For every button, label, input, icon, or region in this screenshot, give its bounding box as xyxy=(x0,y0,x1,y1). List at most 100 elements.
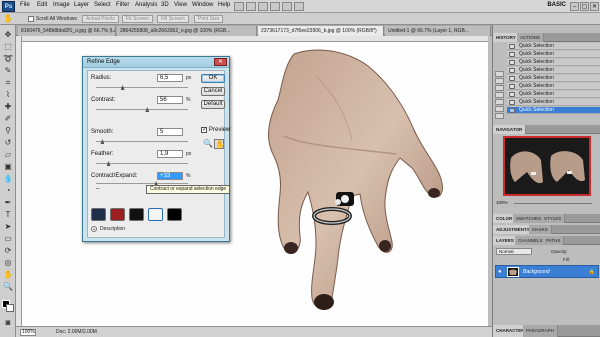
zoom-level-icon[interactable] xyxy=(270,2,280,11)
feather-slider[interactable] xyxy=(96,161,188,166)
mask-mode-icon[interactable] xyxy=(167,208,182,221)
print-size-button[interactable]: Print Size xyxy=(194,15,224,23)
history-item[interactable]: Quick Selection xyxy=(507,51,600,58)
tab-document-4[interactable]: Untitled-1 @ 66.7% (Layer 1, RGB... xyxy=(385,26,491,36)
tab-navigator[interactable]: NAVIGATOR xyxy=(493,125,527,134)
tab-masks[interactable]: MASKS xyxy=(529,225,552,234)
type-tool-icon[interactable]: T xyxy=(2,209,14,220)
layer-row-background[interactable]: ● Background 🔒 xyxy=(495,265,599,278)
navigator-thumbnail[interactable] xyxy=(503,136,591,196)
quick-selection-tool-icon[interactable]: ✎ xyxy=(2,65,14,76)
lasso-tool-icon[interactable]: ➰ xyxy=(2,53,14,64)
smooth-field[interactable]: 5 xyxy=(157,128,183,136)
arrange-documents-icon[interactable] xyxy=(294,2,304,11)
3d-camera-tool-icon[interactable]: ◎ xyxy=(2,257,14,268)
navigator-zoom-value[interactable]: 100% xyxy=(496,200,508,205)
radius-field[interactable]: 6,5 xyxy=(157,74,183,82)
navigator-zoom-slider[interactable] xyxy=(514,203,592,204)
cancel-button[interactable]: Cancel xyxy=(201,87,225,96)
menu-filter[interactable]: Filter xyxy=(116,2,129,8)
menu-select[interactable]: Select xyxy=(94,2,111,8)
tab-styles[interactable]: STYLES xyxy=(541,214,566,223)
tab-history[interactable]: HISTORY xyxy=(493,33,520,42)
menu-analysis[interactable]: Analysis xyxy=(135,2,157,8)
menu-help[interactable]: Help xyxy=(218,2,230,8)
history-item[interactable]: Quick Selection xyxy=(507,67,600,74)
eyedropper-tool-icon[interactable]: ⌇ xyxy=(2,89,14,100)
tab-document-1[interactable]: 8160476_548b8bbd2f1_o.jpg @ 66.7% (Layer… xyxy=(18,26,116,36)
tab-paragraph[interactable]: PARAGRAPH xyxy=(523,325,558,337)
smooth-slider[interactable] xyxy=(96,139,188,144)
hand-tool-preset-icon[interactable]: ✋ xyxy=(2,13,14,24)
contrast-slider[interactable] xyxy=(96,107,188,112)
history-item-selected[interactable]: Quick Selection xyxy=(507,107,600,114)
blend-mode-select[interactable]: Normal xyxy=(496,248,532,255)
menu-image[interactable]: Image xyxy=(53,2,70,8)
menu-edit[interactable]: Edit xyxy=(37,2,47,8)
description-toggle-icon[interactable]: ⌄ xyxy=(91,226,97,232)
history-item[interactable]: Quick Selection xyxy=(507,83,600,90)
mini-bridge-icon[interactable] xyxy=(246,2,256,11)
brush-tool-icon[interactable]: ✐ xyxy=(2,113,14,124)
feather-field[interactable]: 1,9 xyxy=(157,150,183,158)
zoom-level-field[interactable]: 100% xyxy=(20,329,36,336)
fill-screen-button[interactable]: Fill Screen xyxy=(157,15,189,23)
on-black-mode-icon[interactable] xyxy=(129,208,144,221)
dialog-titlebar[interactable]: Refine Edge ✕ xyxy=(83,57,229,68)
contract-expand-slider[interactable] xyxy=(96,181,188,186)
history-item[interactable]: Quick Selection xyxy=(507,75,600,82)
visibility-eye-icon[interactable]: ● xyxy=(498,269,502,275)
hand-tool-icon[interactable]: ✋ xyxy=(214,139,225,149)
3d-rotate-tool-icon[interactable]: ⟳ xyxy=(2,245,14,256)
crop-tool-icon[interactable]: ⌗ xyxy=(2,77,14,88)
history-item[interactable]: Quick Selection xyxy=(507,91,600,98)
tab-actions[interactable]: ACTIONS xyxy=(517,33,545,42)
smooth-slider-thumb[interactable] xyxy=(100,139,105,144)
path-selection-tool-icon[interactable]: ➤ xyxy=(2,221,14,232)
history-item[interactable]: Quick Selection xyxy=(507,59,600,66)
healing-brush-tool-icon[interactable]: ✚ xyxy=(2,101,14,112)
hand-tool-icon[interactable]: ✋ xyxy=(2,269,14,280)
default-button[interactable]: Default xyxy=(201,100,225,109)
menu-layer[interactable]: Layer xyxy=(74,2,89,8)
gradient-tool-icon[interactable]: ▣ xyxy=(2,161,14,172)
menu-window[interactable]: Window xyxy=(192,2,213,8)
hand-tool-icon[interactable] xyxy=(282,2,292,11)
dodge-tool-icon[interactable]: ◔ xyxy=(2,185,14,196)
preview-checkbox[interactable]: ✓ xyxy=(201,127,207,133)
ok-button[interactable]: OK xyxy=(201,74,225,83)
feather-slider-thumb[interactable] xyxy=(106,161,111,166)
pen-tool-icon[interactable]: ✒ xyxy=(2,197,14,208)
history-item[interactable]: Quick Selection xyxy=(507,43,600,50)
tab-channels[interactable]: CHANNELS xyxy=(515,236,547,245)
dialog-close-icon[interactable]: ✕ xyxy=(214,58,227,66)
eraser-tool-icon[interactable]: ▱ xyxy=(2,149,14,160)
clone-stamp-tool-icon[interactable]: ⚲ xyxy=(2,125,14,136)
tab-paths[interactable]: PATHS xyxy=(543,236,565,245)
history-item[interactable]: Quick Selection xyxy=(507,99,600,106)
shape-tool-icon[interactable]: ▭ xyxy=(2,233,14,244)
contrast-field[interactable]: 56 xyxy=(157,96,183,104)
zoom-tool-icon[interactable]: 🔍 xyxy=(203,139,213,149)
move-tool-icon[interactable]: ✥ xyxy=(2,29,14,40)
menu-file[interactable]: File xyxy=(20,2,30,8)
on-white-mode-icon[interactable] xyxy=(148,208,163,221)
blur-tool-icon[interactable]: 💧 xyxy=(2,173,14,184)
maximize-button[interactable]: ▢ xyxy=(580,2,589,11)
minimize-button[interactable]: – xyxy=(570,2,579,11)
menu-view[interactable]: View xyxy=(174,2,187,8)
menu-3d[interactable]: 3D xyxy=(161,2,169,8)
radius-slider-thumb[interactable] xyxy=(120,85,125,90)
zoom-tool-icon[interactable]: 🔍 xyxy=(2,281,14,292)
marquee-tool-icon[interactable]: ⬚ xyxy=(2,41,14,52)
tab-document-2[interactable]: 2864255808_a9c2663362_o.jpg @ 100% (RGB.… xyxy=(117,26,257,36)
quick-mask-mode-icon[interactable] xyxy=(110,208,125,221)
workspace-switcher[interactable]: BASIC xyxy=(547,2,566,8)
scroll-all-windows-checkbox[interactable] xyxy=(28,16,34,22)
tab-document-3[interactable]: 2373617173_d7f6ee23906_b.jpg @ 100% (RGB… xyxy=(258,26,384,36)
background-color-swatch[interactable] xyxy=(6,304,14,312)
extras-icon[interactable] xyxy=(258,2,268,11)
contrast-slider-thumb[interactable] xyxy=(145,107,150,112)
close-button[interactable]: ✕ xyxy=(590,2,599,11)
quick-mask-icon[interactable]: ◙ xyxy=(2,317,14,328)
